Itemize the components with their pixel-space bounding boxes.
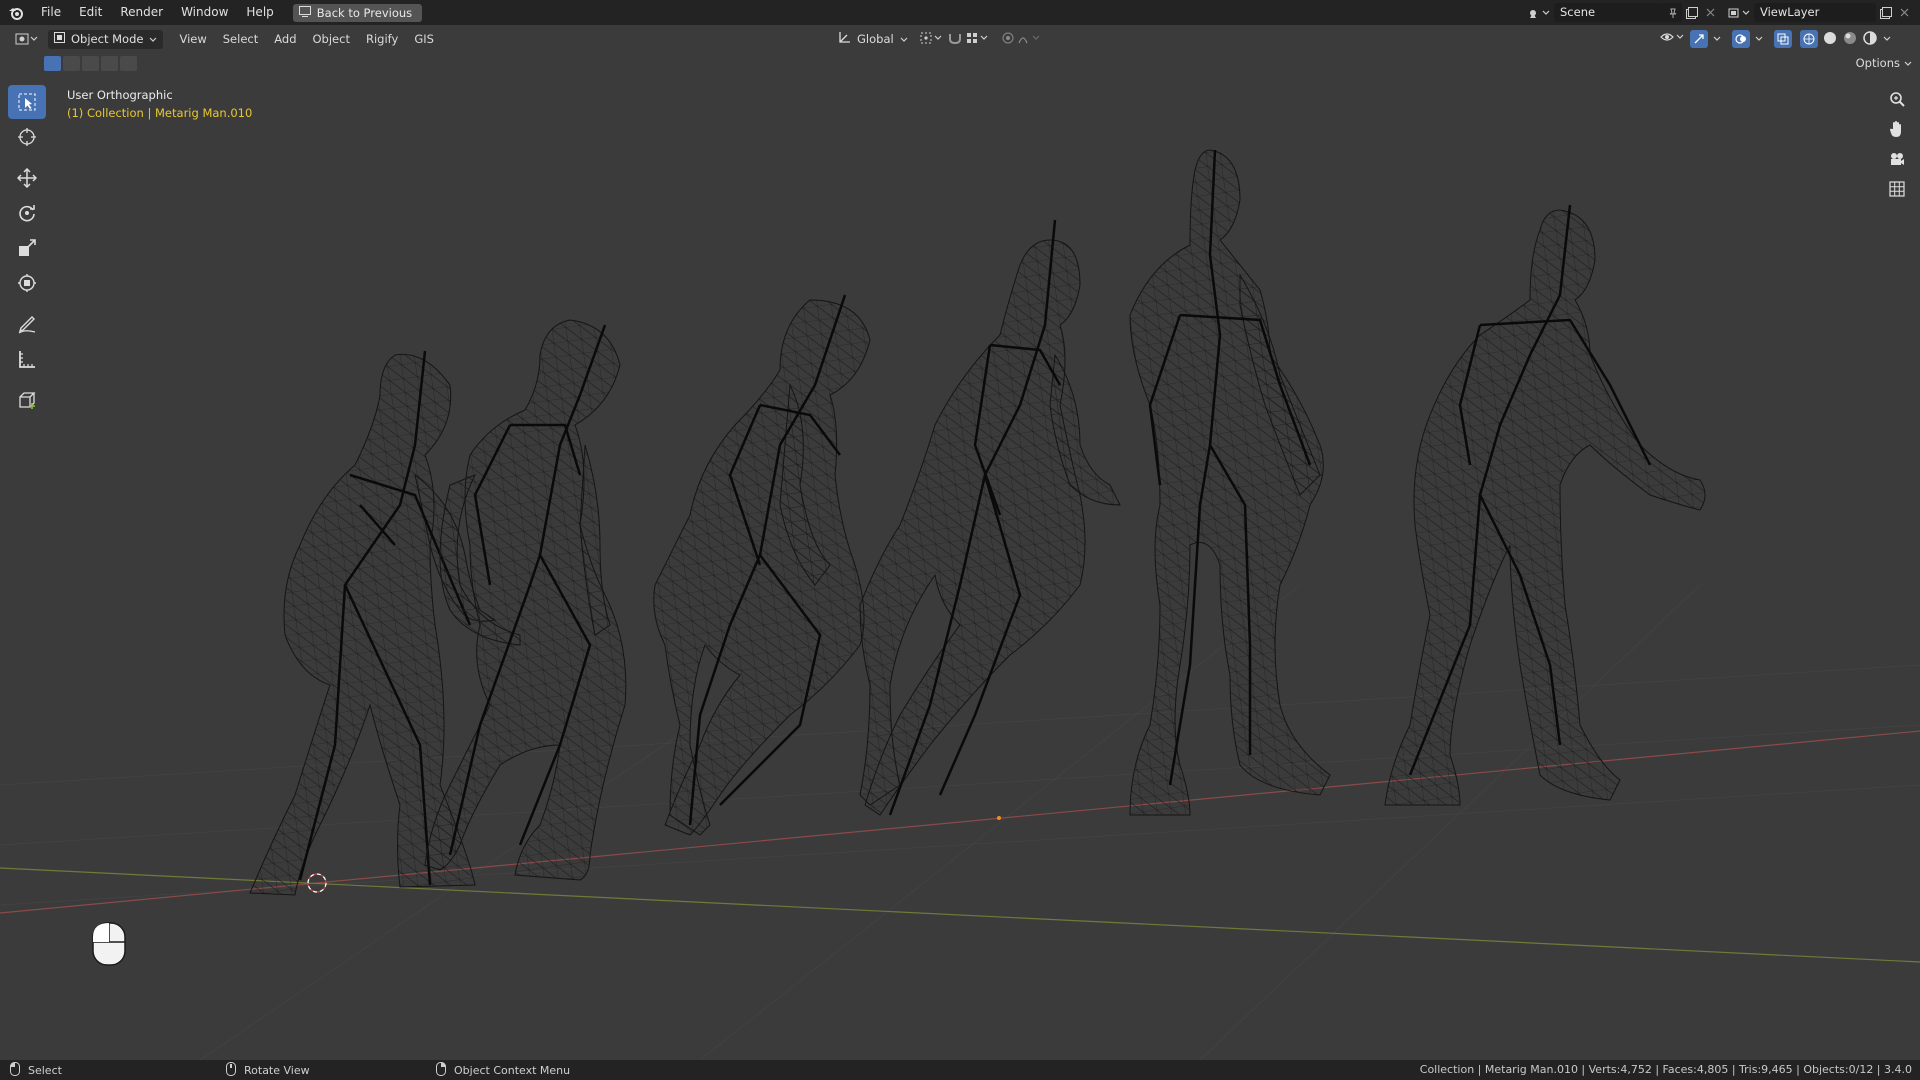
menu-add[interactable]: Add: [266, 29, 304, 49]
menu-edit[interactable]: Edit: [70, 0, 111, 25]
select-subtract-mode-icon[interactable]: [82, 56, 99, 71]
status-bar: Select Rotate View Object Context Menu C…: [0, 1060, 1920, 1080]
solid-shading-icon[interactable]: [1822, 30, 1838, 49]
viewlayer-browse-button[interactable]: [1724, 3, 1754, 22]
cursor-icon[interactable]: [8, 120, 46, 154]
scale-icon[interactable]: [8, 231, 46, 265]
rendered-shading-icon[interactable]: [1862, 30, 1878, 49]
material-shading-icon[interactable]: [1842, 30, 1858, 49]
options-dropdown[interactable]: Options: [1856, 56, 1912, 70]
select-intersect-mode-icon[interactable]: [120, 56, 137, 71]
3d-viewport[interactable]: Object Mode View Select Add Object Rigif…: [0, 25, 1920, 1060]
object-mode-icon: [54, 32, 65, 46]
tool-shelf: [8, 85, 48, 418]
navigation-gizmos: [1884, 85, 1910, 205]
pan-hand-icon[interactable]: [1884, 115, 1910, 143]
transform-icon[interactable]: [8, 266, 46, 300]
orientation-axes-icon: [838, 31, 851, 47]
pivot-point-icon[interactable]: [920, 32, 944, 47]
falloff-curve-icon[interactable]: [1018, 32, 1042, 47]
blender-logo-icon[interactable]: [0, 0, 32, 25]
delete-scene-icon[interactable]: [1702, 3, 1718, 22]
transform-orientation-dropdown[interactable]: Global: [838, 30, 908, 48]
add-cube-icon[interactable]: [8, 383, 46, 417]
pin-icon[interactable]: [1664, 3, 1682, 22]
orientation-label: Global: [857, 32, 894, 46]
status-hint-rotate-label: Rotate View: [244, 1063, 310, 1077]
proportional-edit-icon[interactable]: [1002, 32, 1014, 47]
camera-icon[interactable]: [1884, 145, 1910, 173]
menu-gis[interactable]: GIS: [406, 29, 442, 49]
delete-viewlayer-icon[interactable]: [1896, 3, 1912, 22]
scene-name-field[interactable]: Scene: [1554, 3, 1664, 22]
select-extend-mode-icon[interactable]: [63, 56, 80, 71]
status-hint-select-label: Select: [28, 1063, 62, 1077]
viewlayer-name-field[interactable]: ViewLayer: [1754, 3, 1876, 22]
status-hint-context: Object Context Menu: [436, 1061, 571, 1079]
scene-browse-button[interactable]: [1524, 3, 1554, 22]
annotate-icon[interactable]: [8, 307, 46, 341]
new-scene-icon[interactable]: [1682, 3, 1702, 22]
menu-object[interactable]: Object: [305, 29, 358, 49]
select-invert-mode-icon[interactable]: [101, 56, 118, 71]
snap-tools: [920, 30, 1042, 48]
gizmo-dropdown-icon[interactable]: [1712, 32, 1722, 46]
select-new-mode-icon[interactable]: [44, 56, 61, 71]
zoom-icon[interactable]: [1884, 85, 1910, 113]
grid-icon[interactable]: [1884, 175, 1910, 203]
wireframe-figure-4[interactable]: [859, 239, 1121, 816]
viewport-info-overlay: User Orthographic (1) Collection | Metar…: [67, 86, 252, 122]
menu-view[interactable]: View: [171, 29, 214, 49]
overlays-toggle-icon[interactable]: [1732, 30, 1750, 48]
visibility-eye-icon[interactable]: [1660, 31, 1686, 47]
menu-rigify[interactable]: Rigify: [358, 29, 406, 49]
scene-statistics: Collection | Metarig Man.010 | Verts:4,7…: [1419, 1063, 1912, 1076]
mouse-hint-icon: [92, 922, 126, 969]
shading-dropdown-icon[interactable]: [1882, 32, 1892, 46]
menu-render[interactable]: Render: [111, 0, 172, 25]
new-viewlayer-icon[interactable]: [1876, 3, 1896, 22]
overlays-dropdown-icon[interactable]: [1754, 32, 1764, 46]
wireframe-figure-3[interactable]: [653, 299, 871, 836]
move-icon[interactable]: [8, 161, 46, 195]
menu-window[interactable]: Window: [172, 0, 237, 25]
object-origin-dot[interactable]: [997, 816, 1001, 820]
back-to-previous-label: Back to Previous: [316, 5, 413, 20]
object-mode-label: Object Mode: [71, 32, 144, 46]
select-box-icon[interactable]: [8, 85, 46, 119]
mouse-middle-icon: [226, 1061, 236, 1079]
object-mode-dropdown[interactable]: Object Mode: [48, 29, 164, 49]
options-label: Options: [1855, 56, 1900, 70]
active-collection-label: (1) Collection | Metarig Man.010: [67, 106, 253, 120]
scene-selector: Scene: [1524, 3, 1720, 22]
viewlayer-selector: ViewLayer: [1724, 3, 1920, 22]
mouse-right-icon: [436, 1061, 446, 1079]
view-name-label: User Orthographic: [67, 88, 173, 102]
menu-help[interactable]: Help: [237, 0, 282, 25]
top-menubar: File Edit Render Window Help Back to Pre…: [0, 0, 1920, 25]
chevron-down-icon: [900, 32, 908, 46]
rotate-icon[interactable]: [8, 196, 46, 230]
snap-increment-icon[interactable]: [966, 32, 990, 47]
gizmo-toggle-icon[interactable]: [1690, 30, 1708, 48]
status-hint-context-label: Object Context Menu: [454, 1063, 571, 1077]
chevron-down-icon: [1904, 56, 1912, 70]
wireframe-shading-icon[interactable]: [1800, 30, 1818, 48]
measure-icon[interactable]: [8, 342, 46, 376]
menu-select[interactable]: Select: [215, 29, 266, 49]
viewport-shading-tools: [1660, 29, 1892, 49]
mouse-left-icon: [10, 1061, 20, 1079]
status-hint-select: Select: [10, 1061, 226, 1079]
selection-mode-buttons: [44, 56, 137, 73]
snap-magnet-icon[interactable]: [948, 32, 962, 47]
editor-type-button[interactable]: [10, 29, 44, 49]
menu-file[interactable]: File: [32, 0, 70, 25]
viewport-scene: [0, 149, 1920, 1060]
back-to-previous-button[interactable]: Back to Previous: [292, 3, 423, 22]
screen-icon: [298, 5, 311, 20]
xray-toggle-icon[interactable]: [1774, 30, 1792, 48]
chevron-down-icon: [149, 32, 157, 46]
status-hint-rotate: Rotate View: [226, 1061, 436, 1079]
